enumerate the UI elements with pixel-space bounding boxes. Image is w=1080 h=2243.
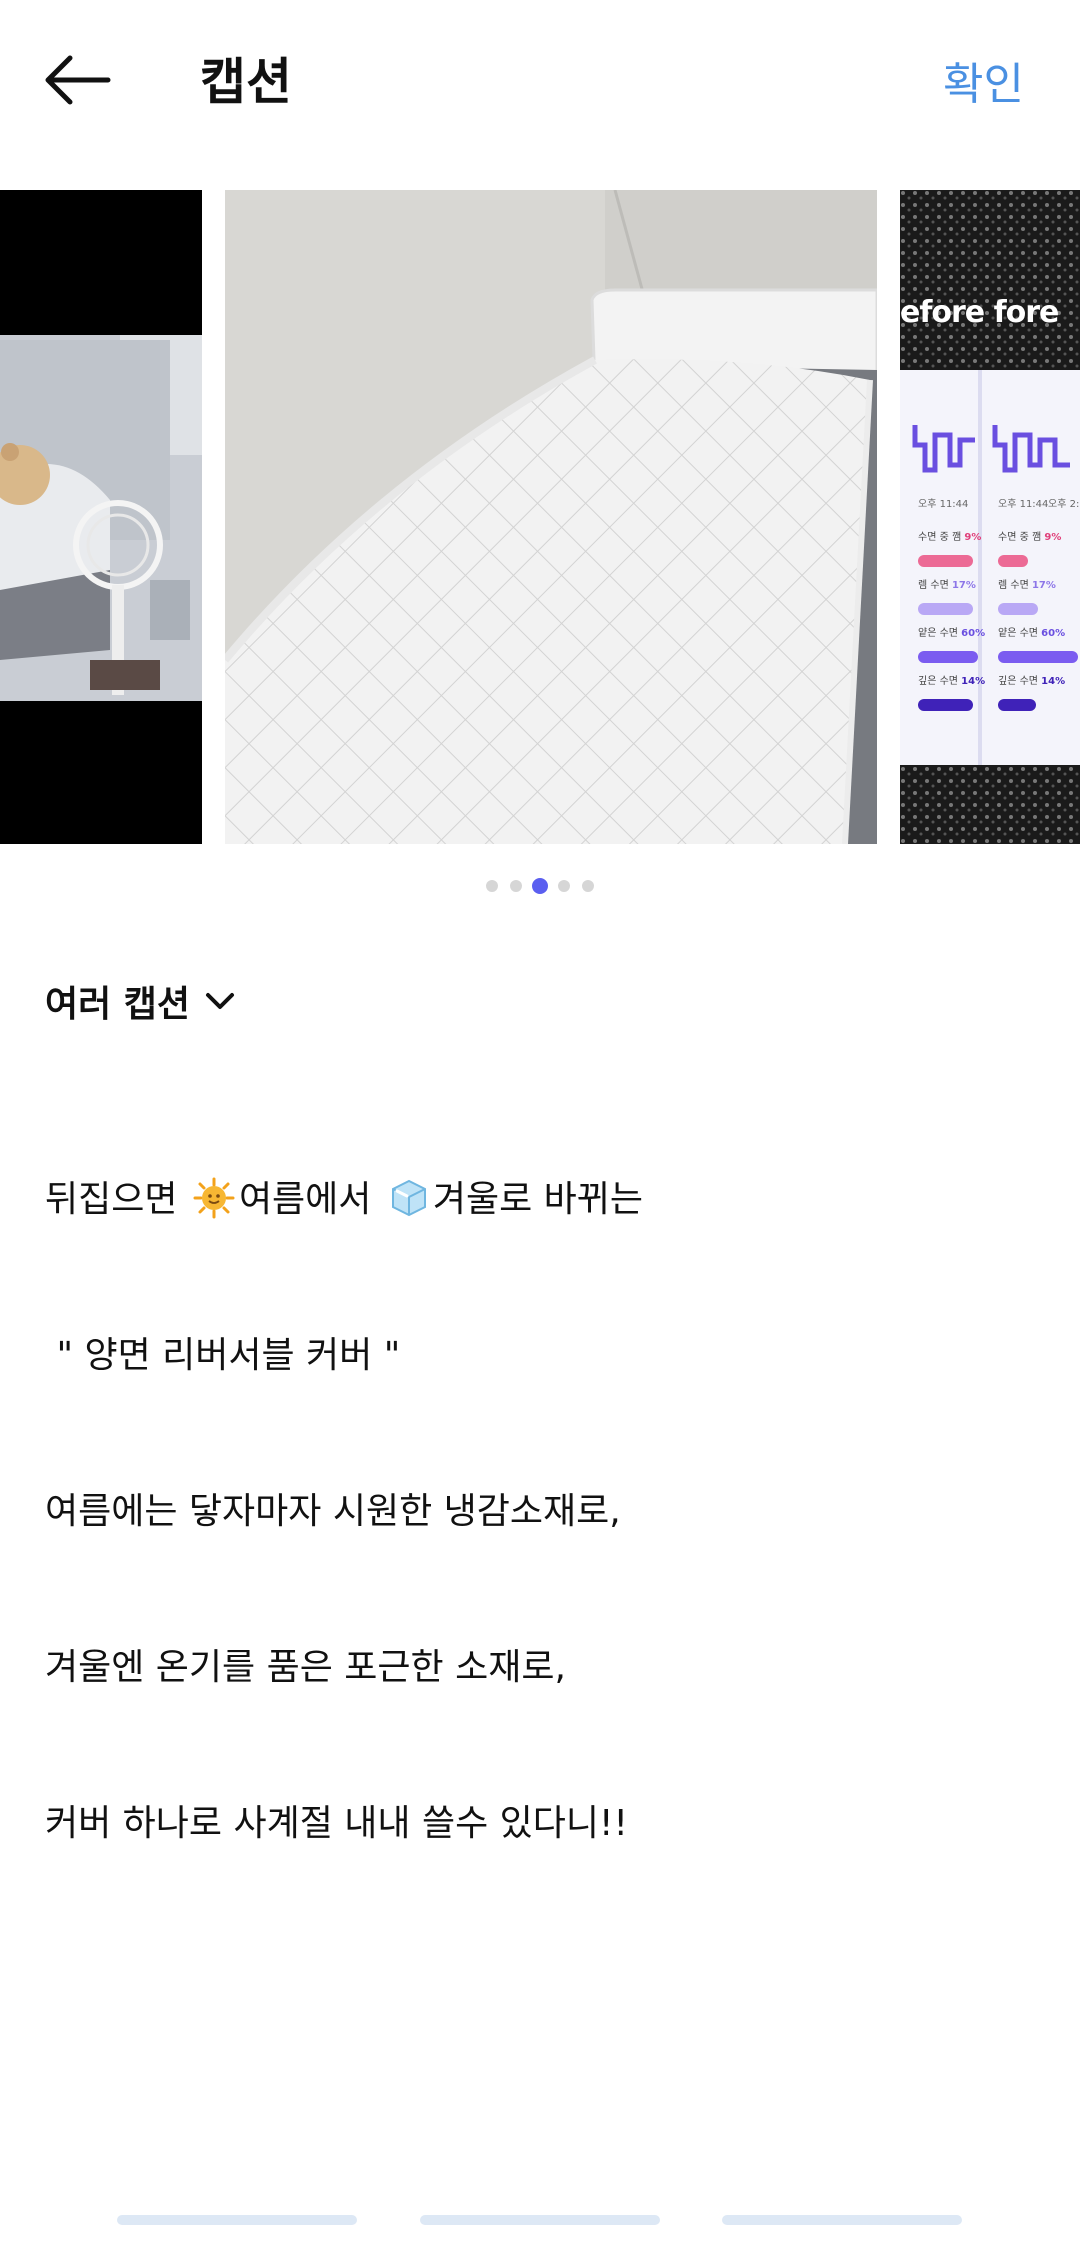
sleep-report-photo	[900, 190, 1080, 844]
bottom-bar	[722, 2215, 962, 2225]
stat-label: 렘 수면 17%	[918, 576, 976, 591]
stat-value: 17%	[1031, 580, 1056, 591]
ice-cube-emoji-icon	[391, 1179, 426, 1217]
time-label: 오후 11:44	[918, 499, 969, 510]
stat-name: 렘 수면	[918, 580, 949, 591]
back-button[interactable]	[40, 45, 120, 115]
stat-value: 9%	[1044, 532, 1062, 543]
pagination-dot[interactable]	[510, 880, 522, 892]
caption-text[interactable]: 뒤집으면 여름에서 겨울로 바뀌는 " 양면 리버서블 커버 " 여름에는 닿자…	[45, 1070, 1045, 1902]
stat-label: 수면 중 깸 9%	[998, 528, 1061, 543]
stat-label: 수면 중 깸 9%	[918, 528, 981, 543]
top-bar: 캡션 확인	[0, 0, 1080, 160]
stat-name: 얕은 수면	[998, 628, 1038, 639]
stat-name: 깊은 수면	[918, 676, 958, 687]
arrow-left-icon	[45, 55, 111, 105]
caption-line: 커버 하나로 사계절 내내 쓸수 있다니!!	[45, 1803, 628, 1844]
carousel-slide-next[interactable]: efore fore 오후 11:44 오후 11:44 오후 2:15 수면 …	[900, 190, 1080, 844]
page-title: 캡션	[200, 53, 292, 111]
pagination-dot[interactable]	[486, 880, 498, 892]
stat-value: 14%	[961, 676, 986, 687]
stat-name: 깊은 수면	[998, 676, 1038, 687]
stat-value: 60%	[961, 628, 986, 639]
quilted-mattress-photo	[225, 190, 877, 844]
carousel-slide-current[interactable]	[225, 190, 877, 844]
chevron-down-icon	[206, 993, 235, 1009]
caption-mode-label: 여러 캡션	[45, 984, 191, 1025]
caption-segment: 여름에서	[238, 1179, 383, 1220]
stat-label: 깊은 수면 14%	[998, 672, 1065, 687]
stat-value: 17%	[951, 580, 976, 591]
stat-label: 깊은 수면 14%	[918, 672, 985, 687]
caption-segment: 겨울로 바뀌는	[432, 1179, 644, 1220]
stat-name: 수면 중 깸	[998, 532, 1042, 543]
carousel-pagination	[0, 877, 1080, 897]
time-label: 오후 11:44	[998, 499, 1049, 510]
sun-emoji-icon	[193, 1177, 235, 1219]
bedroom-fan-photo	[0, 190, 202, 844]
caption-line: 여름에는 닿자마자 시원한 냉감소재로,	[45, 1491, 621, 1532]
stat-name: 렘 수면	[998, 580, 1029, 591]
stat-label: 얕은 수면 60%	[918, 624, 985, 639]
pagination-dot[interactable]	[582, 880, 594, 892]
pagination-dot[interactable]	[558, 880, 570, 892]
stat-value: 9%	[964, 532, 982, 543]
bottom-indicator-bars	[0, 2215, 1080, 2227]
bottom-bar	[420, 2215, 660, 2225]
caption-segment: 뒤집으면	[45, 1179, 189, 1220]
stat-name: 수면 중 깸	[918, 532, 962, 543]
caption-mode-dropdown[interactable]: 여러 캡션	[45, 975, 236, 1027]
stat-value: 14%	[1041, 676, 1066, 687]
caption-line: " 양면 리버서블 커버 "	[45, 1335, 401, 1376]
stat-label: 얕은 수면 60%	[998, 624, 1065, 639]
caption-line: 겨울엔 온기를 품은 포근한 소재로,	[45, 1647, 566, 1688]
image-carousel[interactable]: efore fore 오후 11:44 오후 11:44 오후 2:15 수면 …	[0, 190, 1080, 844]
time-label: 오후 2:15	[1048, 499, 1080, 510]
pagination-dot-active[interactable]	[532, 878, 548, 894]
bottom-bar	[117, 2215, 357, 2225]
stat-label: 렘 수면 17%	[998, 576, 1056, 591]
carousel-slide-previous[interactable]	[0, 190, 202, 844]
confirm-button[interactable]: 확인	[943, 48, 1024, 112]
caption-line: 뒤집으면 여름에서 겨울로 바뀌는	[45, 1174, 1045, 1226]
stat-value: 60%	[1041, 628, 1066, 639]
overlay-text: efore fore	[900, 295, 1059, 330]
stat-name: 얕은 수면	[918, 628, 958, 639]
